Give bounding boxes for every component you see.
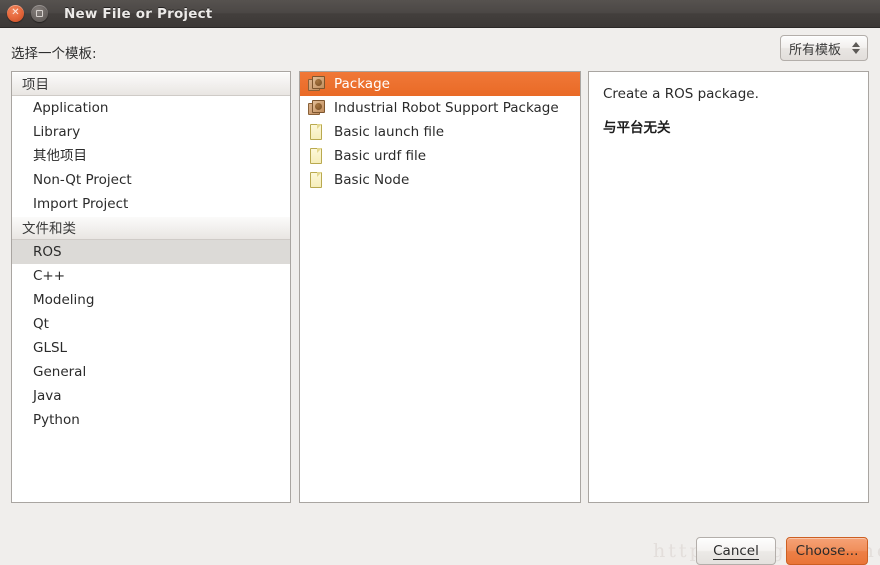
choose-button[interactable]: Choose... — [786, 537, 868, 565]
template-item-label: Industrial Robot Support Package — [334, 100, 559, 116]
package-icon — [308, 75, 326, 93]
description-platform: 与平台无关 — [603, 120, 671, 136]
package-icon — [308, 99, 326, 117]
category-item[interactable]: Modeling — [12, 288, 290, 312]
template-list-panel: Package Industrial Robot Support Package B… — [299, 71, 581, 503]
window-titlebar: ✕ New File or Project — [0, 0, 880, 28]
cancel-button[interactable]: Cancel — [696, 537, 776, 565]
document-icon — [308, 123, 326, 141]
category-group-header: 项目 — [12, 72, 290, 96]
category-list-panel: 项目 Application Library 其他项目 Non-Qt Project Im… — [11, 71, 291, 503]
description-panel: Create a ROS package. 与平台无关 — [588, 71, 869, 503]
template-item[interactable]: Basic urdf file — [300, 144, 580, 168]
close-icon[interactable]: ✕ — [7, 5, 24, 22]
template-item[interactable]: Basic launch file — [300, 120, 580, 144]
category-item[interactable]: Application — [12, 96, 290, 120]
category-item[interactable]: GLSL — [12, 336, 290, 360]
category-item[interactable]: General — [12, 360, 290, 384]
choose-button-label: Choose... — [795, 543, 859, 559]
choose-template-label: 选择一个模板: — [11, 46, 97, 62]
template-item[interactable]: Package — [300, 72, 580, 96]
up-down-arrows-icon — [852, 42, 860, 54]
category-item[interactable]: Library — [12, 120, 290, 144]
document-icon — [308, 147, 326, 165]
maximize-glyph — [36, 10, 43, 17]
template-filter-value: 所有模板 — [789, 42, 842, 58]
category-item[interactable]: ROS — [12, 240, 290, 264]
template-item-label: Package — [334, 76, 390, 92]
template-item-label: Basic launch file — [334, 124, 444, 140]
category-item[interactable]: Qt — [12, 312, 290, 336]
category-item[interactable]: 其他项目 — [12, 144, 290, 168]
document-icon — [308, 171, 326, 189]
dialog-toolbar: 选择一个模板: 所有模板 — [0, 28, 880, 68]
category-group-header: 文件和类 — [12, 216, 290, 240]
maximize-icon[interactable] — [31, 5, 48, 22]
description-summary: Create a ROS package. — [603, 86, 759, 102]
template-item[interactable]: Basic Node — [300, 168, 580, 192]
template-filter-dropdown[interactable]: 所有模板 — [780, 35, 868, 61]
category-item[interactable]: C++ — [12, 264, 290, 288]
category-item[interactable]: Python — [12, 408, 290, 432]
close-glyph: ✕ — [11, 7, 20, 18]
cancel-button-label: Cancel — [713, 542, 759, 560]
template-item[interactable]: Industrial Robot Support Package — [300, 96, 580, 120]
template-item-label: Basic urdf file — [334, 148, 427, 164]
category-item[interactable]: Import Project — [12, 192, 290, 216]
template-item-label: Basic Node — [334, 172, 410, 188]
category-item[interactable]: Java — [12, 384, 290, 408]
category-item[interactable]: Non-Qt Project — [12, 168, 290, 192]
window-title: New File or Project — [64, 5, 213, 22]
new-file-or-project-dialog: 选择一个模板: 所有模板 项目 Application Library 其他项目 Non… — [0, 28, 880, 565]
